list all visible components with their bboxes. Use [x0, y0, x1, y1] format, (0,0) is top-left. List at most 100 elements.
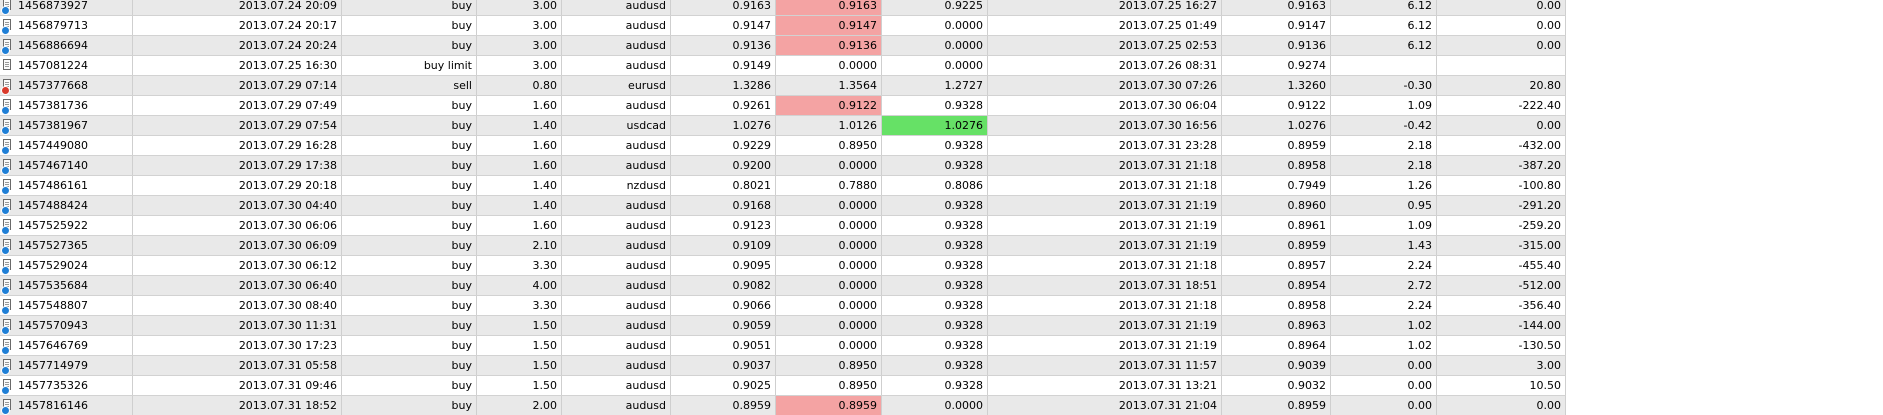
close-price-cell: 0.8963: [1222, 316, 1331, 335]
order-document-icon: [0, 156, 14, 175]
symbol-cell: audusd: [562, 396, 671, 415]
close-time-cell: 2013.07.31 18:51: [988, 276, 1222, 295]
close-time-cell: 2013.07.26 08:31: [988, 56, 1222, 75]
take-profit-cell: 0.9328: [882, 136, 988, 155]
open-time-cell: 2013.07.31 18:52: [133, 396, 342, 415]
close-price-cell: 0.9032: [1222, 376, 1331, 395]
profit-cell: -130.50: [1437, 336, 1566, 355]
ticket-cell: 1457570943: [14, 316, 133, 335]
open-price-cell: 0.9229: [671, 136, 776, 155]
ticket-cell: 1457529024: [14, 256, 133, 275]
take-profit-cell: 0.9225: [882, 0, 988, 15]
order-type-cell: buy: [342, 396, 477, 415]
profit-cell: 0.00: [1437, 16, 1566, 35]
buy-badge-icon: [1, 386, 10, 395]
ticket-cell: 1457535684: [14, 276, 133, 295]
close-time-cell: 2013.07.31 21:19: [988, 236, 1222, 255]
close-time-cell: 2013.07.30 07:26: [988, 76, 1222, 95]
close-price-cell: 0.8959: [1222, 236, 1331, 255]
stop-loss-cell: 0.9122: [776, 96, 882, 115]
order-document-icon: [0, 16, 14, 35]
profit-cell: 0.00: [1437, 36, 1566, 55]
buy-badge-icon: [1, 246, 10, 255]
swap-cell: 6.12: [1331, 36, 1437, 55]
profit-cell: -512.00: [1437, 276, 1566, 295]
open-price-cell: 0.8021: [671, 176, 776, 195]
stop-loss-cell: 0.0000: [776, 276, 882, 295]
open-time-cell: 2013.07.29 17:38: [133, 156, 342, 175]
swap-cell: 2.24: [1331, 256, 1437, 275]
size-cell: 1.40: [477, 176, 562, 195]
size-cell: 2.00: [477, 396, 562, 415]
symbol-cell: audusd: [562, 96, 671, 115]
order-document-icon: [0, 56, 14, 75]
open-price-cell: 0.9147: [671, 16, 776, 35]
order-document-icon: [0, 136, 14, 155]
ticket-cell: 1457525922: [14, 216, 133, 235]
open-time-cell: 2013.07.31 09:46: [133, 376, 342, 395]
open-price-cell: 0.9051: [671, 336, 776, 355]
swap-cell: 1.43: [1331, 236, 1437, 255]
open-time-cell: 2013.07.30 06:12: [133, 256, 342, 275]
symbol-cell: audusd: [562, 156, 671, 175]
symbol-cell: audusd: [562, 236, 671, 255]
size-cell: 1.40: [477, 116, 562, 135]
order-type-cell: sell: [342, 76, 477, 95]
order-type-cell: buy: [342, 196, 477, 215]
ticket-cell: 1457486161: [14, 176, 133, 195]
order-document-icon: [0, 236, 14, 255]
swap-cell: 2.72: [1331, 276, 1437, 295]
close-time-cell: 2013.07.30 06:04: [988, 96, 1222, 115]
order-document-icon: [0, 36, 14, 55]
ticket-cell: 1457381967: [14, 116, 133, 135]
ticket-cell: 1457816146: [14, 396, 133, 415]
buy-badge-icon: [1, 346, 10, 355]
ticket-cell: 1457381736: [14, 96, 133, 115]
order-document-icon: [0, 216, 14, 235]
stop-loss-cell: 0.8959: [776, 396, 882, 415]
profit-cell: -315.00: [1437, 236, 1566, 255]
open-price-cell: 0.9149: [671, 56, 776, 75]
take-profit-cell: 0.9328: [882, 356, 988, 375]
take-profit-cell: 0.0000: [882, 36, 988, 55]
open-price-cell: 0.9025: [671, 376, 776, 395]
take-profit-cell: 0.0000: [882, 56, 988, 75]
empty-area: [1566, 0, 1883, 415]
size-cell: 1.50: [477, 356, 562, 375]
close-price-cell: 0.8959: [1222, 136, 1331, 155]
swap-cell: 0.00: [1331, 356, 1437, 375]
close-time-cell: 2013.07.30 16:56: [988, 116, 1222, 135]
buy-badge-icon: [1, 166, 10, 175]
close-price-cell: 0.8957: [1222, 256, 1331, 275]
open-price-cell: 0.9037: [671, 356, 776, 375]
sell-badge-icon: [1, 86, 10, 95]
swap-cell: 0.95: [1331, 196, 1437, 215]
close-price-cell: 0.8959: [1222, 396, 1331, 415]
stop-loss-cell: 0.8950: [776, 136, 882, 155]
swap-cell: 6.12: [1331, 0, 1437, 15]
buy-badge-icon: [1, 326, 10, 335]
size-cell: 3.30: [477, 256, 562, 275]
open-price-cell: 0.9168: [671, 196, 776, 215]
order-type-cell: buy: [342, 236, 477, 255]
close-price-cell: 0.9147: [1222, 16, 1331, 35]
profit-cell: [1437, 56, 1566, 75]
symbol-cell: audusd: [562, 36, 671, 55]
order-type-cell: buy limit: [342, 56, 477, 75]
stop-loss-cell: 0.0000: [776, 336, 882, 355]
order-type-cell: buy: [342, 256, 477, 275]
take-profit-cell: 1.2727: [882, 76, 988, 95]
buy-badge-icon: [1, 186, 10, 195]
swap-cell: -0.30: [1331, 76, 1437, 95]
order-type-cell: buy: [342, 176, 477, 195]
open-price-cell: 1.3286: [671, 76, 776, 95]
ticket-cell: 1457449080: [14, 136, 133, 155]
stop-loss-cell: 0.0000: [776, 296, 882, 315]
size-cell: 3.00: [477, 36, 562, 55]
open-price-cell: 0.9200: [671, 156, 776, 175]
open-time-cell: 2013.07.29 20:18: [133, 176, 342, 195]
profit-cell: -455.40: [1437, 256, 1566, 275]
stop-loss-cell: 0.9147: [776, 16, 882, 35]
symbol-cell: audusd: [562, 0, 671, 15]
close-price-cell: 1.3260: [1222, 76, 1331, 95]
